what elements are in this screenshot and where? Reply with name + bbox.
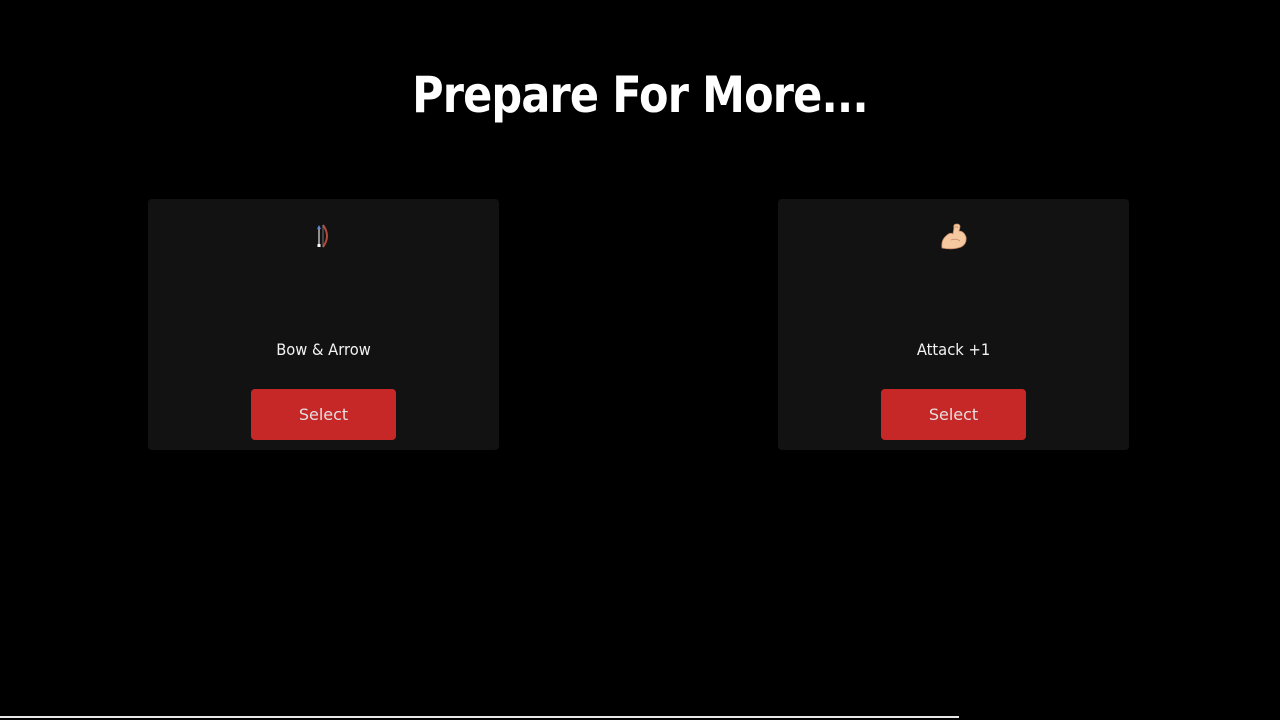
- choice-name: Bow & Arrow: [276, 340, 371, 359]
- flexed-biceps-icon: [778, 221, 1129, 251]
- choice-card-bow-arrow: Bow & Arrow Select: [148, 199, 499, 450]
- choice-card-attack: Attack +1 Select: [778, 199, 1129, 450]
- choice-name: Attack +1: [916, 340, 991, 359]
- upgrade-selection-screen: Prepare For More... Bow & Arrow Select A…: [0, 0, 1280, 720]
- page-title: Prepare For More...: [412, 66, 869, 124]
- progress-bar: [0, 716, 959, 718]
- select-bow-arrow-button[interactable]: Select: [251, 389, 396, 440]
- select-attack-button[interactable]: Select: [881, 389, 1026, 440]
- bow-and-arrow-icon: [148, 221, 499, 251]
